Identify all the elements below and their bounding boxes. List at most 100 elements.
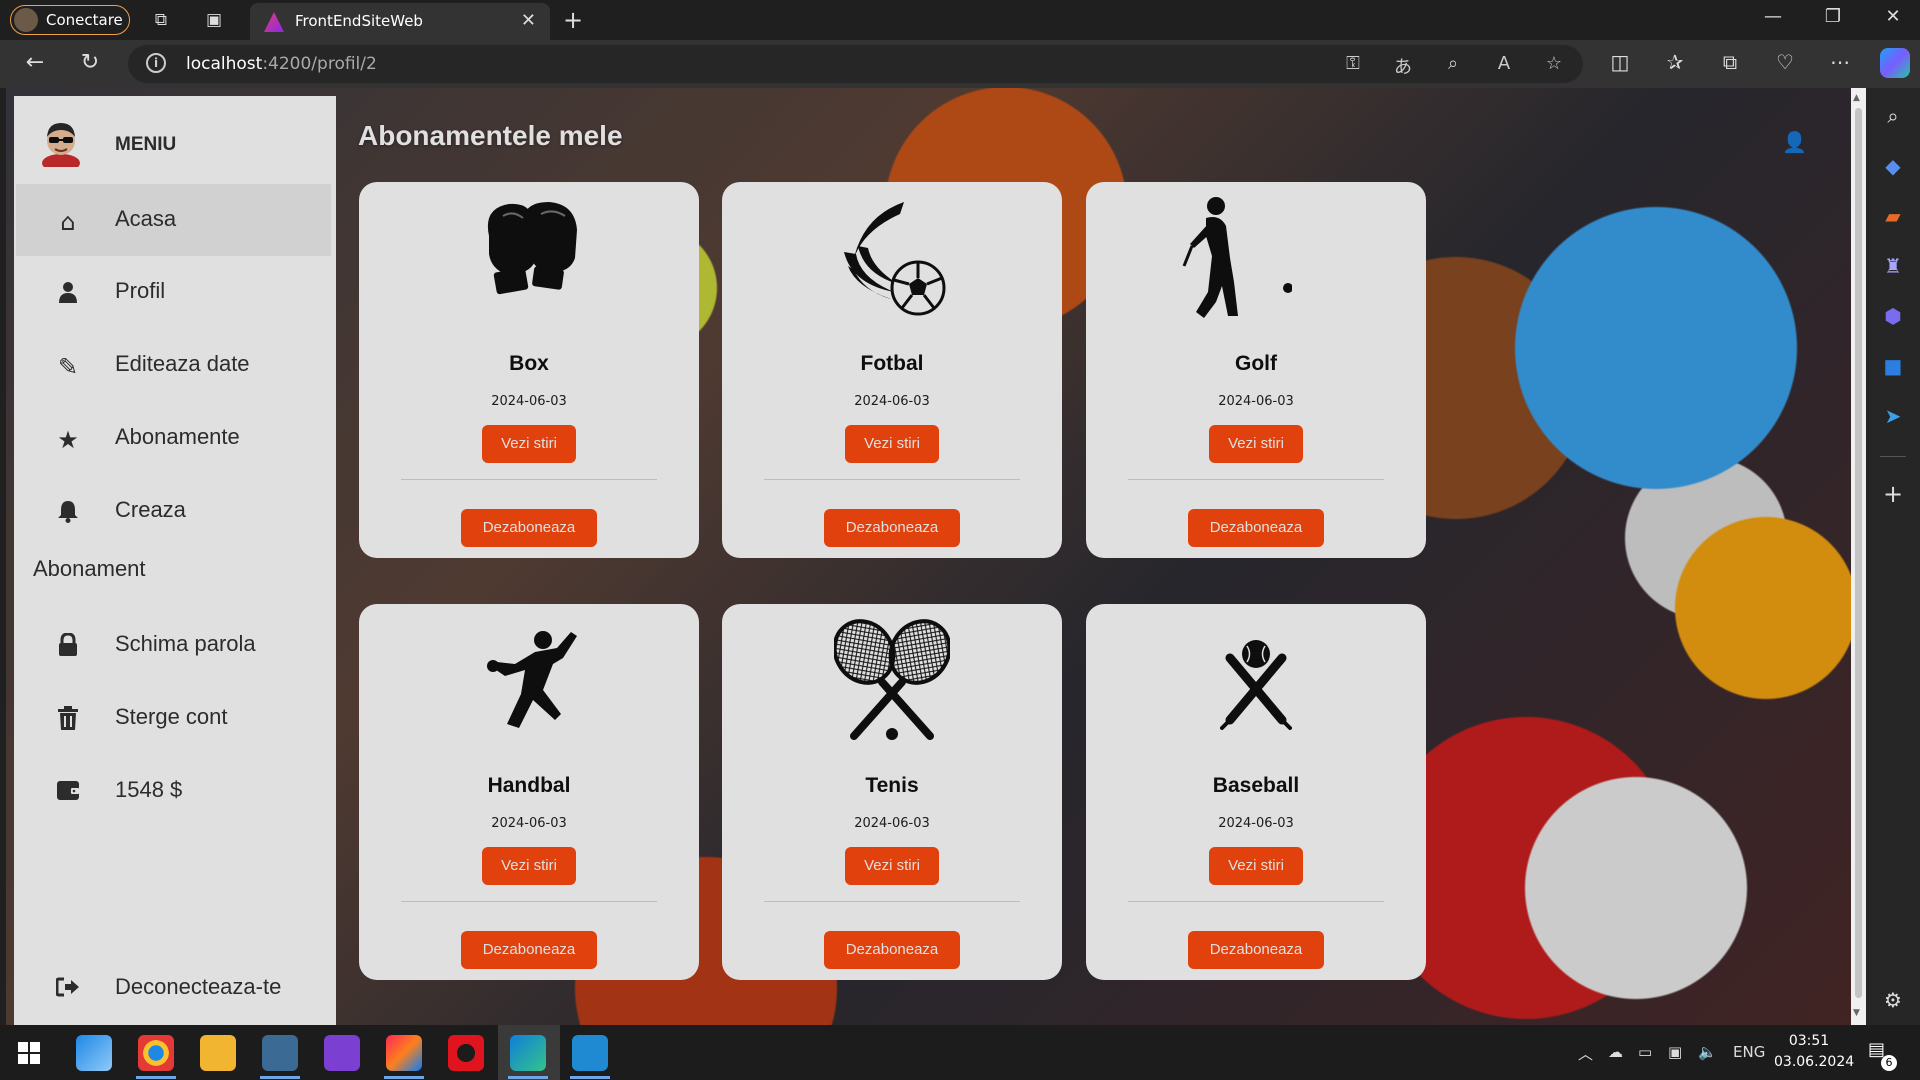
subscription-card-fotbal: Fotbal 2024-06-03 Vezi stiri Dezaboneaza xyxy=(722,182,1062,558)
scroll-down-icon[interactable]: ▼ xyxy=(1853,1008,1860,1018)
refresh-icon[interactable]: ↻ xyxy=(75,50,105,75)
card-date: 2024-06-03 xyxy=(491,816,567,831)
opera-icon[interactable] xyxy=(448,1035,484,1071)
view-news-button[interactable]: Vezi stiri xyxy=(482,847,576,885)
view-news-button[interactable]: Vezi stiri xyxy=(482,425,576,463)
url-field[interactable]: i localhost:4200/profil/2 ⚿ あ ⌕ A ☆ xyxy=(128,45,1583,83)
split-screen-icon[interactable]: ◫ xyxy=(1605,50,1635,74)
subscription-card-tenis: Tenis 2024-06-03 Vezi stiri Dezaboneaza xyxy=(722,604,1062,980)
sidebar-item-schimba-parola[interactable]: Schima parola xyxy=(16,609,331,681)
zoom-icon[interactable]: ⌕ xyxy=(1440,53,1466,74)
intellij-running-indicator xyxy=(384,1076,424,1079)
sidebar-item-logout[interactable]: Deconecteaza-te xyxy=(16,952,331,1024)
taskview-icon[interactable] xyxy=(76,1035,112,1071)
network-icon[interactable]: ▣ xyxy=(1668,1043,1682,1061)
tab-actions-icon[interactable]: ▣ xyxy=(203,9,225,31)
logout-icon xyxy=(54,976,82,1004)
copilot-app-icon[interactable]: ⬢ xyxy=(1866,304,1920,328)
browser-tab-bar: Conectare ⧉ ▣ FrontEndSiteWeb ✕ + — ❐ ✕ xyxy=(0,0,1920,40)
mysql-workbench-icon[interactable] xyxy=(262,1035,298,1071)
maximize-icon[interactable]: ❐ xyxy=(1813,6,1853,27)
add-icon[interactable]: + xyxy=(1866,480,1920,508)
golfer-icon xyxy=(1182,197,1292,318)
wallet-icon xyxy=(54,779,82,807)
subscription-card-handbal: Handbal 2024-06-03 Vezi stiri Dezaboneaz… xyxy=(359,604,699,980)
vscode-icon[interactable] xyxy=(572,1035,608,1071)
new-tab-icon[interactable]: + xyxy=(563,6,583,34)
system-clock[interactable]: 03:51 03.06.2024 xyxy=(1774,1031,1854,1073)
profile-label: Conectare xyxy=(46,11,123,29)
back-icon[interactable]: ← xyxy=(20,50,50,75)
unsubscribe-button[interactable]: Dezaboneaza xyxy=(1188,931,1324,969)
scroll-up-icon[interactable]: ▲ xyxy=(1853,93,1860,103)
unsubscribe-button[interactable]: Dezaboneaza xyxy=(824,931,960,969)
shopping-tag-icon[interactable]: ◆ xyxy=(1866,154,1920,178)
sidebar-item-abonamente[interactable]: ★ Abonamente xyxy=(16,402,331,474)
copilot-icon[interactable] xyxy=(1880,48,1910,78)
language-indicator[interactable]: ENG xyxy=(1733,1043,1765,1061)
sidebar-item-sterge-cont[interactable]: Sterge cont xyxy=(16,682,331,754)
close-window-icon[interactable]: ✕ xyxy=(1873,6,1913,27)
menu-title: MENIU xyxy=(115,134,177,155)
lock-icon xyxy=(54,632,82,661)
view-news-button[interactable]: Vezi stiri xyxy=(845,847,939,885)
minimize-icon[interactable]: — xyxy=(1753,6,1793,27)
settings-icon[interactable]: ⚙ xyxy=(1866,988,1920,1012)
tools-icon[interactable]: ▰ xyxy=(1866,204,1920,228)
workspaces-icon[interactable]: ⧉ xyxy=(150,9,172,31)
outlook-icon[interactable]: ■ xyxy=(1866,354,1920,378)
view-news-button[interactable]: Vezi stiri xyxy=(845,425,939,463)
sidebar-item-editeaza[interactable]: ✎ Editeaza date xyxy=(16,329,331,401)
collections-icon[interactable]: ⧉ xyxy=(1715,50,1745,74)
search-icon[interactable]: ⌕ xyxy=(1866,104,1920,128)
close-tab-icon[interactable]: ✕ xyxy=(521,10,536,31)
favorites-icon[interactable]: ✰ xyxy=(1660,50,1690,74)
tab-frontend[interactable]: FrontEndSiteWeb ✕ xyxy=(250,3,550,40)
file-explorer-icon[interactable] xyxy=(200,1035,236,1071)
games-icon[interactable]: ♜ xyxy=(1866,254,1920,278)
url-text: localhost:4200/profil/2 xyxy=(186,54,377,74)
sidebar-item-profil[interactable]: Profil xyxy=(16,256,331,328)
edge-icon[interactable] xyxy=(510,1035,546,1071)
edge-running-indicator xyxy=(508,1076,548,1079)
chrome-running-indicator xyxy=(136,1076,176,1079)
sidebar-item-balance[interactable]: 1548 $ xyxy=(16,755,331,827)
read-aloud-icon[interactable]: A xyxy=(1491,53,1517,74)
sidebar-item-creaza[interactable]: Creaza xyxy=(16,475,331,547)
handball-player-icon xyxy=(487,631,577,728)
edge-sidebar: ⌕ ◆ ▰ ♜ ⬢ ■ ➤ + ⚙ xyxy=(1866,88,1920,1025)
profile-button[interactable]: Conectare xyxy=(10,5,130,35)
volume-icon[interactable]: 🔈 xyxy=(1698,1043,1717,1061)
add-user-icon[interactable]: 👤 xyxy=(1782,130,1807,154)
unsubscribe-button[interactable]: Dezaboneaza xyxy=(824,509,960,547)
visual-studio-icon[interactable] xyxy=(324,1035,360,1071)
unsubscribe-button[interactable]: Dezaboneaza xyxy=(1188,509,1324,547)
performance-icon[interactable]: ♡ xyxy=(1770,50,1800,74)
windows-start-icon[interactable] xyxy=(18,1042,40,1064)
favorite-star-icon[interactable]: ☆ xyxy=(1541,53,1567,74)
tray-chevron-icon[interactable]: ︿ xyxy=(1578,1043,1593,1064)
baseball-bats-icon xyxy=(1220,640,1292,730)
sidebar-item-label-wrap: Abonament xyxy=(33,556,146,581)
avatar xyxy=(42,123,80,167)
view-news-button[interactable]: Vezi stiri xyxy=(1209,425,1303,463)
scroll-thumb[interactable] xyxy=(1855,108,1862,998)
sidebar-item-acasa[interactable]: ⌂ Acasa xyxy=(16,184,331,256)
battery-icon[interactable]: ▭ xyxy=(1638,1043,1652,1061)
card-date: 2024-06-03 xyxy=(1218,394,1294,409)
clock-time: 03:51 xyxy=(1788,1033,1830,1049)
unsubscribe-button[interactable]: Dezaboneaza xyxy=(461,509,597,547)
telegram-icon[interactable]: ➤ xyxy=(1866,404,1920,428)
soccer-ball-icon xyxy=(844,202,946,316)
card-title: Golf xyxy=(1235,352,1277,375)
site-info-icon[interactable]: i xyxy=(146,53,166,73)
more-menu-icon[interactable]: ⋯ xyxy=(1825,50,1855,74)
key-icon[interactable]: ⚿ xyxy=(1340,53,1366,74)
unsubscribe-button[interactable]: Dezaboneaza xyxy=(461,931,597,969)
page-scrollbar[interactable]: ▲ ▼ xyxy=(1851,88,1866,1025)
translate-icon[interactable]: あ xyxy=(1390,53,1416,79)
view-news-button[interactable]: Vezi stiri xyxy=(1209,847,1303,885)
chrome-icon[interactable] xyxy=(138,1035,174,1071)
intellij-icon[interactable] xyxy=(386,1035,422,1071)
onedrive-icon[interactable]: ☁ xyxy=(1608,1043,1623,1061)
